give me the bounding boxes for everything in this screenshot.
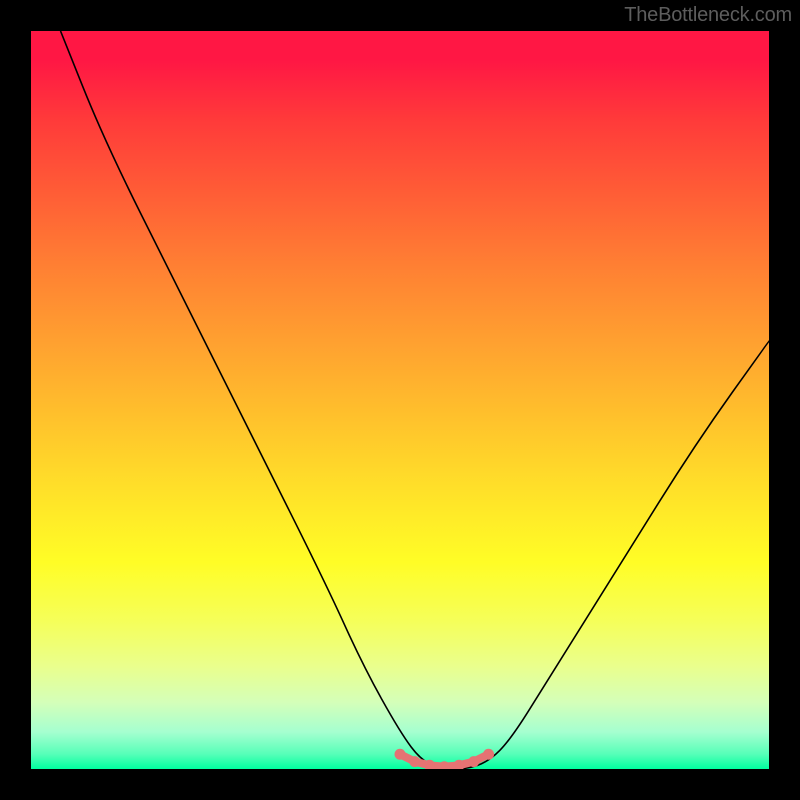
plot-area [31,31,769,769]
optimal-marker-dot [468,756,479,767]
optimal-marker-dot [483,749,494,760]
optimal-marker-dot [395,749,406,760]
optimal-zone-markers [395,749,495,769]
chart-container: TheBottleneck.com [0,0,800,800]
optimal-marker-dot [409,756,420,767]
bottleneck-curve-svg [31,31,769,769]
attribution-label: TheBottleneck.com [624,4,792,27]
curve-group [61,31,769,769]
bottleneck-curve [61,31,769,769]
